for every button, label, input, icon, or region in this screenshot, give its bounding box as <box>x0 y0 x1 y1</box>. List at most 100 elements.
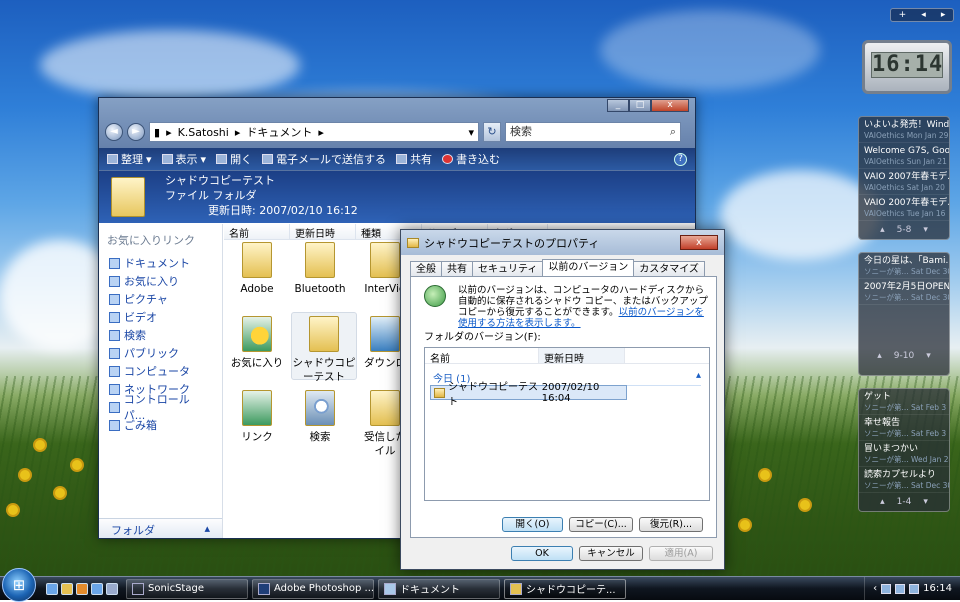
power-icon[interactable] <box>909 583 920 594</box>
copy-button[interactable]: コピー(C)... <box>569 517 633 532</box>
tab-customize[interactable]: カスタマイズ <box>633 261 705 276</box>
sidebar-item-pictures[interactable]: ピクチャ <box>99 290 222 308</box>
mail-icon[interactable] <box>106 582 118 595</box>
file-item-selected[interactable]: シャドウコピーテスト <box>291 312 357 383</box>
previous-icon[interactable]: ▴ <box>880 497 885 507</box>
taskbar-item-documents[interactable]: ドキュメント <box>378 578 500 599</box>
navigation-pane: お気に入りリンク ドキュメント お気に入り ピクチャ ビデオ 検索 パブリック … <box>99 224 223 538</box>
column-modified[interactable]: 更新日時 <box>290 224 356 240</box>
next-icon[interactable]: ▾ <box>923 497 928 507</box>
file-item[interactable]: リンク <box>224 390 290 444</box>
help-icon[interactable]: ? <box>674 152 687 166</box>
previous-icon[interactable]: ▴ <box>880 225 885 235</box>
column-name[interactable]: 名前 <box>224 224 290 240</box>
sidebar-item-documents[interactable]: ドキュメント <box>99 254 222 272</box>
chevron-left-icon[interactable]: ◂ <box>921 10 926 20</box>
folders-toggle[interactable]: フォルダ ▴ <box>99 518 222 538</box>
feed-item[interactable]: Welcome G7S, Good ...VAIOethics Sun Jan … <box>859 143 949 169</box>
folder-icon: ▮ <box>154 125 161 139</box>
feed-item[interactable]: VAIO 2007年春モデル VAIOethics Tue Jan 16 <box>859 195 949 221</box>
show-desktop-icon[interactable] <box>91 582 103 595</box>
open-button[interactable]: 開く(O) <box>502 517 563 532</box>
breadcrumb-folder[interactable]: ドキュメント <box>246 124 312 140</box>
email-button[interactable]: 電子メールで送信する <box>262 151 386 167</box>
previous-icon[interactable]: ▴ <box>877 351 882 361</box>
start-button[interactable]: ⊞ <box>2 567 36 602</box>
close-button[interactable]: x <box>680 235 718 250</box>
taskbar-item-properties[interactable]: シャドウコピーテ... <box>504 578 626 599</box>
restore-icon <box>424 285 446 307</box>
tray-clock[interactable]: 16:14 <box>923 583 952 594</box>
back-button[interactable]: ◄ <box>105 123 123 141</box>
feed-item[interactable]: 読索カプセルより ソニーが第... Sat Dec 30 <box>859 467 949 493</box>
feed-gadget: 今日の星は、「Bami... ソニーが第... Sat Dec 30 2007年2… <box>858 252 950 376</box>
sidebar-item-videos[interactable]: ビデオ <box>99 308 222 326</box>
feed-item[interactable]: VAIO 2007年春モデ... VAIOethics Sat Jan 20 <box>859 169 949 195</box>
chevron-right-icon[interactable]: ▸ <box>941 10 946 20</box>
close-button[interactable]: x <box>651 99 689 112</box>
restore-button[interactable]: 復元(R)... <box>639 517 703 532</box>
share-button[interactable]: 共有 <box>396 151 432 167</box>
favorites-icon <box>242 316 272 352</box>
versions-list[interactable]: 名前 更新日時 今日 (1) ▴ シャドウコピーテスト 2007/02/10 16… <box>424 347 710 501</box>
taskbar-item-sonicstage[interactable]: SonicStage <box>126 578 248 599</box>
address-bar[interactable]: ▮ ▸ K.Satoshi ▸ ドキュメント ▸ ▾ <box>149 122 479 142</box>
sidebar-item-public[interactable]: パブリック <box>99 344 222 362</box>
next-icon[interactable]: ▾ <box>923 225 928 235</box>
forward-button[interactable]: ► <box>127 123 145 141</box>
file-item[interactable]: 検索 <box>287 390 353 444</box>
feed-item[interactable]: 2007年2月5日OPEN...ソニーが第... Sat Dec 30 <box>859 279 949 305</box>
taskbar: ⊞ SonicStage Adobe Photoshop ... ドキュメント … <box>0 567 960 602</box>
taskbar-item-photoshop[interactable]: Adobe Photoshop ... <box>252 578 374 599</box>
burn-button[interactable]: 書き込む <box>442 151 500 167</box>
organize-button[interactable]: 整理 ▾ <box>107 151 152 167</box>
feed-item[interactable]: 冒いまつかい ソニーが第... Wed Jan 24 <box>859 441 949 467</box>
tab-security[interactable]: セキュリティ <box>472 261 544 276</box>
folder-icon <box>305 242 335 278</box>
sidebar-item-search[interactable]: 検索 <box>99 326 222 344</box>
tab-sharing[interactable]: 共有 <box>441 261 473 276</box>
feed-item[interactable]: ゲット ソニーが第... Sat Feb 3 <box>859 389 949 415</box>
file-item[interactable]: Adobe <box>224 242 290 296</box>
feed-item[interactable]: いよいよ発売！Windo...VAIOethics Mon Jan 29 <box>859 117 949 143</box>
breadcrumb-user[interactable]: K.Satoshi <box>178 126 229 139</box>
explorer-icon[interactable] <box>61 582 73 595</box>
view-button[interactable]: 表示 ▾ <box>161 151 206 167</box>
ok-button[interactable]: OK <box>511 546 573 561</box>
list-item[interactable]: シャドウコピーテスト 2007/02/10 16:04 <box>430 382 627 408</box>
media-icon[interactable] <box>76 582 88 595</box>
chevron-left-icon[interactable]: ‹ <box>873 583 877 594</box>
dialog-titlebar[interactable]: シャドウコピーテストのプロパティ x <box>401 230 724 255</box>
open-button[interactable]: 開く <box>216 151 252 167</box>
column-name[interactable]: 名前 <box>425 348 539 365</box>
network-icon[interactable] <box>881 583 892 594</box>
chevron-down-icon[interactable]: ▾ <box>468 126 474 139</box>
sidebar-item-computer[interactable]: コンピュータ <box>99 362 222 380</box>
maximize-button[interactable]: □ <box>629 99 651 112</box>
organize-icon <box>107 154 118 164</box>
clock-gadget[interactable]: 16:14 <box>862 40 952 94</box>
refresh-button[interactable]: ↻ <box>483 122 501 142</box>
sidebar-item-control-panel[interactable]: コントロール パ... <box>99 393 222 422</box>
add-gadget-icon[interactable]: + <box>899 10 907 20</box>
sidebar-item-favorites[interactable]: お気に入り <box>99 272 222 290</box>
tab-previous-versions[interactable]: 以前のバージョン <box>542 259 635 276</box>
ie-icon[interactable] <box>46 582 58 595</box>
file-item[interactable]: お気に入り <box>224 316 290 370</box>
feed-item[interactable]: 幸せ報告 ソニーが第... Sat Feb 3 <box>859 415 949 441</box>
volume-icon[interactable] <box>895 583 906 594</box>
apply-button[interactable]: 適用(A) <box>649 546 713 561</box>
tab-general[interactable]: 全般 <box>410 261 442 276</box>
search-input[interactable]: 検索 ⌕ <box>505 122 681 142</box>
folder-icon <box>434 387 446 398</box>
cancel-button[interactable]: キャンセル <box>579 546 643 561</box>
feed-item[interactable]: 今日の星は、「Bami... ソニーが第... Sat Dec 30 <box>859 253 949 279</box>
column-modified[interactable]: 更新日時 <box>539 348 625 365</box>
chevron-right-icon: ▸ <box>234 125 241 139</box>
minimize-button[interactable]: _ <box>607 99 629 112</box>
next-icon[interactable]: ▾ <box>926 351 931 361</box>
windows-sidebar: + ◂ ▸ 16:14 いよいよ発売！Windo...VAIOethics Mon … <box>854 0 960 577</box>
file-item[interactable]: Bluetooth <box>287 242 353 296</box>
documents-icon <box>109 257 120 269</box>
header-type: ファイル フォルダ <box>165 189 257 202</box>
